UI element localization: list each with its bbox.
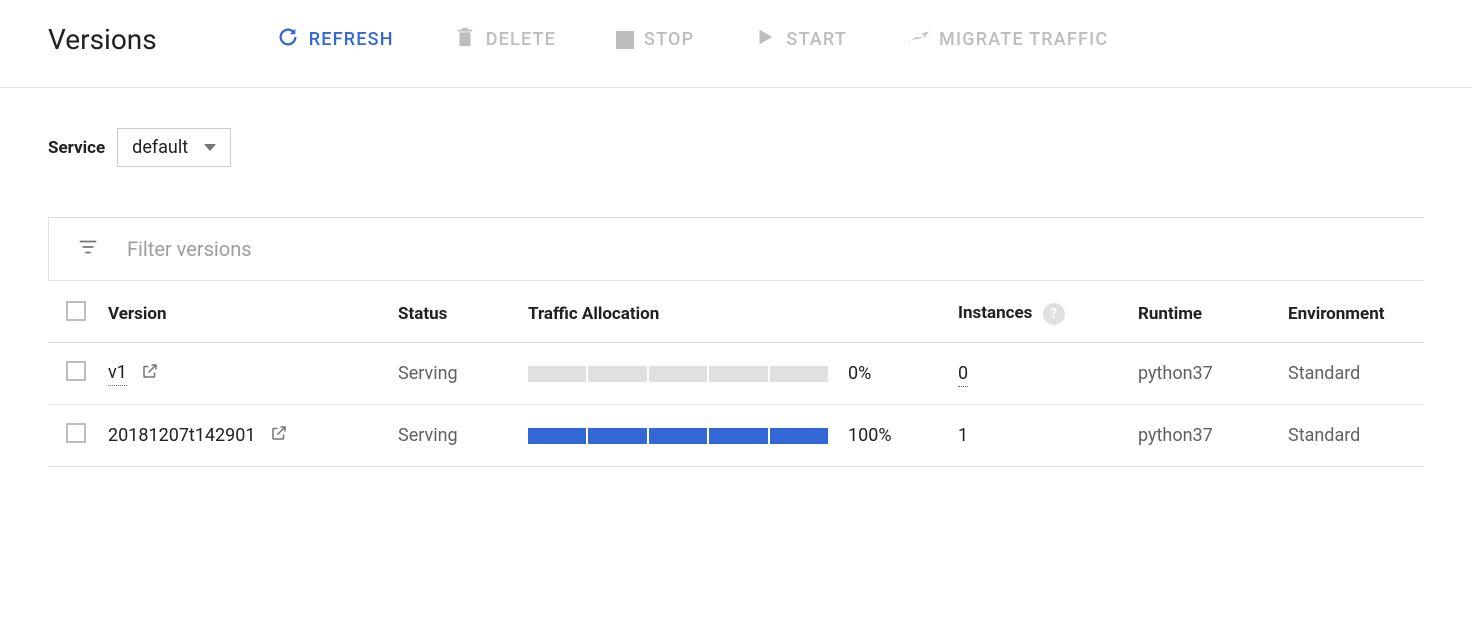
start-label: START [786, 29, 847, 50]
traffic-percent: 100% [848, 425, 892, 446]
instances-value[interactable]: 0 [958, 363, 968, 387]
trash-icon [454, 26, 476, 53]
external-link-icon[interactable] [141, 362, 159, 385]
version-name: 20181207t142901 [108, 425, 256, 446]
migrate-traffic-button[interactable]: MIGRATE TRAFFIC [907, 20, 1108, 59]
select-all-checkbox[interactable] [66, 301, 86, 321]
refresh-icon [277, 26, 299, 53]
service-label: Service [48, 138, 105, 158]
external-link-icon[interactable] [270, 424, 288, 447]
toolbar: REFRESH DELETE STOP START MIGRATE TRAFFI… [277, 20, 1109, 59]
row-checkbox[interactable] [66, 423, 86, 443]
row-checkbox[interactable] [66, 361, 86, 381]
environment-cell: Standard [1276, 405, 1424, 467]
table-row: 20181207t142901 Serving 100% 1 python37Stand… [48, 405, 1424, 467]
column-header-instances[interactable]: Instances ? [946, 281, 1126, 343]
traffic-percent: 0% [848, 363, 871, 384]
filter-bar [48, 217, 1424, 281]
table-row: v1 Serving 0% 0 python37Standard [48, 343, 1424, 405]
instances-value: 1 [958, 425, 968, 446]
stop-button[interactable]: STOP [616, 23, 694, 56]
start-button[interactable]: START [754, 20, 847, 59]
refresh-label: REFRESH [309, 29, 394, 50]
versions-table: Version Status Traffic Allocation Instan… [48, 281, 1424, 467]
page-title: Versions [48, 23, 157, 56]
help-icon[interactable]: ? [1043, 303, 1065, 325]
filter-icon [77, 236, 99, 262]
stop-icon [616, 31, 634, 49]
traffic-bar [528, 428, 828, 444]
column-header-version[interactable]: Version [96, 281, 386, 343]
runtime-cell: python37 [1126, 343, 1276, 405]
runtime-cell: python37 [1126, 405, 1276, 467]
version-name[interactable]: v1 [108, 362, 127, 386]
column-header-traffic[interactable]: Traffic Allocation [516, 281, 946, 343]
migrate-icon [907, 26, 929, 53]
column-header-runtime[interactable]: Runtime [1126, 281, 1276, 343]
play-icon [754, 26, 776, 53]
delete-button[interactable]: DELETE [454, 20, 556, 59]
service-selected-value: default [132, 137, 188, 158]
migrate-label: MIGRATE TRAFFIC [939, 29, 1108, 50]
filter-input[interactable] [127, 237, 1396, 261]
service-select[interactable]: default [117, 128, 231, 167]
chevron-down-icon [204, 144, 216, 151]
delete-label: DELETE [486, 29, 556, 50]
refresh-button[interactable]: REFRESH [277, 20, 394, 59]
traffic-bar [528, 366, 828, 382]
column-header-status[interactable]: Status [386, 281, 516, 343]
status-cell: Serving [386, 405, 516, 467]
status-cell: Serving [386, 343, 516, 405]
stop-label: STOP [644, 29, 694, 50]
column-header-environment[interactable]: Environment [1276, 281, 1424, 343]
environment-cell: Standard [1276, 343, 1424, 405]
instances-header-label: Instances [958, 303, 1032, 323]
